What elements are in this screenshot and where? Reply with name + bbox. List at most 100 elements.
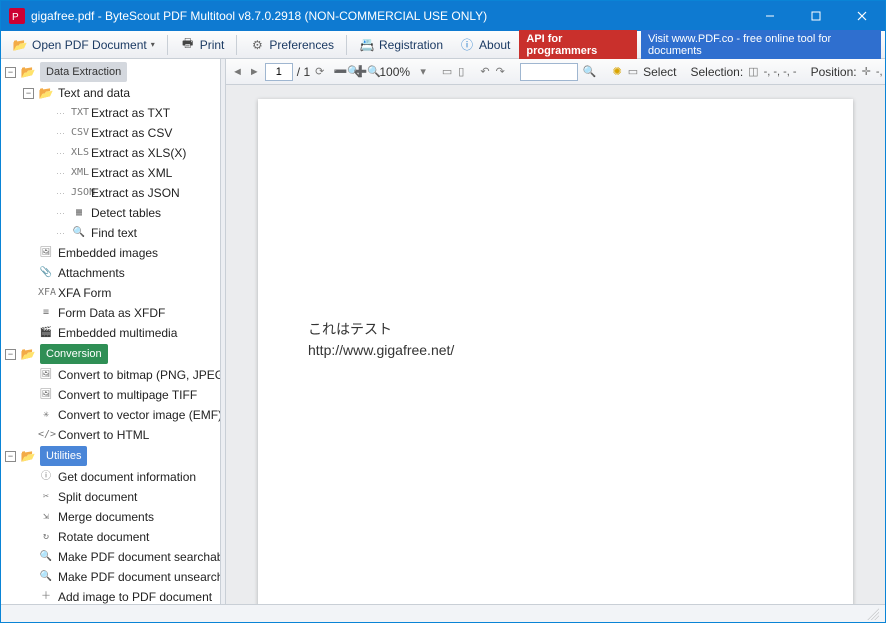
tree-item-convert-html[interactable]: </>Convert to HTML <box>19 425 220 445</box>
print-icon: 🖶 <box>180 37 196 53</box>
tree-item-embedded-images[interactable]: 🖼Embedded images <box>19 243 220 263</box>
registration-icon: 📇 <box>359 37 375 53</box>
document-area: ◄ ► / 1 ⟳ ➖🔍 ➕🔍 100% ▾ ▭ ▯ ↶ ↷ 🔍 <box>226 59 885 604</box>
tree-item-attachments[interactable]: 📎Attachments <box>19 263 220 283</box>
statusbar <box>1 604 885 622</box>
sidebar: − 📂 Data Extraction − 📂 Text and data <box>1 59 221 604</box>
tree-item-find-text[interactable]: ⋯🔍Find text <box>37 223 220 243</box>
position-label: Position: <box>811 65 857 79</box>
tree-item-convert-tiff[interactable]: 🖼Convert to multipage TIFF <box>19 385 220 405</box>
document-viewport[interactable]: これはテスト http://www.gigafree.net/ 体的にテスト <box>226 85 885 604</box>
print-button[interactable]: 🖶 Print <box>173 34 232 56</box>
collapse-icon[interactable]: − <box>5 451 16 462</box>
preferences-button[interactable]: ⚙ Preferences <box>242 34 341 56</box>
dropdown-arrow-icon: ▾ <box>151 40 155 49</box>
subcat-label: Text and data <box>58 84 130 102</box>
tree-item-doc-info[interactable]: ⓘGet document information <box>19 467 220 487</box>
tree-item-rotate[interactable]: ↻Rotate document <box>19 527 220 547</box>
minimize-button[interactable] <box>747 1 793 31</box>
open-pdf-button[interactable]: 📂 Open PDF Document ▾ <box>5 34 162 56</box>
doc-line-2: http://www.gigafree.net/ <box>308 340 803 361</box>
position-tool-button[interactable]: ✛ <box>861 64 872 80</box>
add-image-icon: ＋ <box>38 588 54 604</box>
bitmap-icon: 🖼 <box>38 366 54 384</box>
split-icon: ✂ <box>38 488 54 506</box>
tree-item-xfdf[interactable]: ≡Form Data as XFDF <box>19 303 220 323</box>
info-icon: ⓘ <box>38 468 54 486</box>
about-button[interactable]: ⓘ About <box>452 34 517 56</box>
tree-item-merge[interactable]: ⇲Merge documents <box>19 507 220 527</box>
form-icon: XFA <box>38 284 54 302</box>
titlebar: P gigafree.pdf - ByteScout PDF Multitool… <box>1 1 885 31</box>
rotate-icon: ↻ <box>38 528 54 546</box>
highlight-button[interactable]: ✺ <box>611 64 622 80</box>
zoom-dropdown[interactable]: ▾ <box>419 64 427 80</box>
category-label: Data Extraction <box>40 62 127 82</box>
tree-item-xfa-form[interactable]: XFAXFA Form <box>19 283 220 303</box>
table-icon: ▦ <box>71 204 87 222</box>
open-label: Open PDF Document <box>32 38 147 52</box>
rotate-left-button[interactable]: ↶ <box>479 64 490 80</box>
tiff-icon: 🖼 <box>38 386 54 404</box>
collapse-icon[interactable]: − <box>5 349 16 360</box>
svg-text:P: P <box>12 12 19 23</box>
zoom-in-button[interactable]: ➕🔍 <box>359 64 375 80</box>
text-and-data-list: ⋯TXTExtract as TXT ⋯CSVExtract as CSV ⋯X… <box>19 103 220 243</box>
tree-item-extract-json[interactable]: ⋯JSONExtract as JSON <box>37 183 220 203</box>
page-number-input[interactable] <box>265 63 293 81</box>
selection-label: Selection: <box>690 65 743 79</box>
toolbar-separator <box>167 35 168 55</box>
api-link[interactable]: API for programmers <box>519 30 637 60</box>
tree-item-extract-csv[interactable]: ⋯CSVExtract as CSV <box>37 123 220 143</box>
tree-subcat-text-and-data[interactable]: − 📂 Text and data <box>19 83 220 103</box>
search-input[interactable] <box>520 63 578 81</box>
unsearchable-icon: 🔍 <box>38 568 54 586</box>
selection-mode-button[interactable]: ◫ <box>747 64 759 80</box>
tree-category-data-extraction[interactable]: − 📂 Data Extraction <box>1 61 220 83</box>
zoom-value: 100% <box>379 65 415 79</box>
prev-page-button[interactable]: ◄ <box>231 64 244 80</box>
tree-item-convert-bitmap[interactable]: 🖼Convert to bitmap (PNG, JPEG, ...) <box>19 365 220 385</box>
pdfco-link[interactable]: Visit www.PDF.co - free online tool for … <box>641 30 881 60</box>
tree-root: − 📂 Data Extraction − 📂 Text and data <box>1 61 220 604</box>
pdf-page: これはテスト http://www.gigafree.net/ 体的にテスト <box>258 99 853 604</box>
tree-item-detect-tables[interactable]: ⋯▦Detect tables <box>37 203 220 223</box>
find-button[interactable]: 🔍 <box>582 64 598 80</box>
folder-icon: 📂 <box>20 63 36 81</box>
xml-icon: XML <box>71 164 87 182</box>
select-label: Select <box>643 65 676 79</box>
toolbar-right: API for programmers Visit www.PDF.co - f… <box>519 30 881 60</box>
tree-item-convert-emf[interactable]: ✳Convert to vector image (EMF) <box>19 405 220 425</box>
tree-item-extract-txt[interactable]: ⋯TXTExtract as TXT <box>37 103 220 123</box>
csv-icon: CSV <box>71 124 87 142</box>
fit-width-button[interactable]: ▯ <box>457 64 465 80</box>
next-page-button[interactable]: ► <box>248 64 261 80</box>
tree-item-extract-xls[interactable]: ⋯XLSExtract as XLS(X) <box>37 143 220 163</box>
refresh-button[interactable]: ⟳ <box>314 64 325 80</box>
tree-item-split[interactable]: ✂Split document <box>19 487 220 507</box>
tree-category-utilities[interactable]: − 📂 Utilities <box>1 445 220 467</box>
print-label: Print <box>200 38 225 52</box>
tree-item-make-unsearchable[interactable]: 🔍Make PDF document unsearchable <box>19 567 220 587</box>
multimedia-icon: 🎬 <box>38 324 54 342</box>
resize-grip[interactable] <box>867 608 879 620</box>
tree-item-extract-xml[interactable]: ⋯XMLExtract as XML <box>37 163 220 183</box>
registration-button[interactable]: 📇 Registration <box>352 34 450 56</box>
tree-item-embedded-multimedia[interactable]: 🎬Embedded multimedia <box>19 323 220 343</box>
collapse-icon[interactable]: − <box>23 88 34 99</box>
page-total-label: / 1 <box>297 65 310 79</box>
fit-page-button[interactable]: ▭ <box>441 64 453 80</box>
maximize-button[interactable] <box>793 1 839 31</box>
select-tool-button[interactable]: ▭ <box>627 64 639 80</box>
preferences-label: Preferences <box>269 38 334 52</box>
xls-icon: XLS <box>71 144 87 162</box>
rotate-right-button[interactable]: ↷ <box>495 64 506 80</box>
tree-category-conversion[interactable]: − 📂 Conversion <box>1 343 220 365</box>
tree-item-make-searchable[interactable]: 🔍Make PDF document searchable <box>19 547 220 567</box>
txt-icon: TXT <box>71 104 87 122</box>
close-button[interactable] <box>839 1 885 31</box>
folder-icon: 📂 <box>20 447 36 465</box>
position-value: -, - <box>876 66 885 78</box>
collapse-icon[interactable]: − <box>5 67 16 78</box>
tree-item-add-image[interactable]: ＋Add image to PDF document <box>19 587 220 604</box>
